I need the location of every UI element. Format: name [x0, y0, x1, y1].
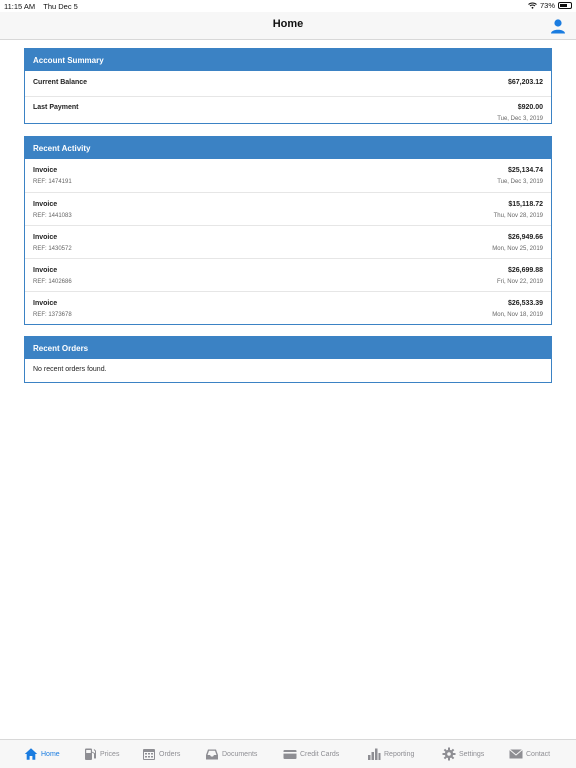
recent-activity-card: Recent Activity Invoice $25,134.74 REF: …: [24, 136, 552, 325]
battery-percent: 73%: [539, 1, 555, 10]
activity-amount: $26,699.88: [507, 267, 543, 274]
home-icon: [24, 748, 38, 760]
activity-row[interactable]: Invoice $15,118.72 REF: 1441083 Thu, Nov…: [25, 192, 551, 225]
bar-chart-icon: [368, 748, 381, 760]
activity-date: Thu, Nov 28, 2019: [493, 213, 543, 219]
tab-reporting[interactable]: Reporting: [367, 747, 414, 761]
tab-orders-label: Orders: [159, 750, 181, 758]
recent-orders-header: Recent Orders: [25, 337, 551, 359]
tab-documents-label: Documents: [222, 750, 258, 758]
inbox-icon: [206, 749, 218, 760]
tab-settings[interactable]: Settings: [442, 747, 484, 761]
tab-home[interactable]: Home: [24, 747, 60, 761]
tab-home-label: Home: [41, 750, 60, 758]
tab-settings-label: Settings: [459, 750, 485, 758]
tab-credit-cards-label: Credit Cards: [300, 750, 340, 758]
envelope-icon: [509, 749, 523, 759]
status-bar: 11:15 AM Thu Dec 5 73%: [0, 0, 576, 12]
tab-bar: Home Prices Orders Documents Credit Card…: [0, 739, 576, 768]
last-payment-label: Last Payment: [33, 104, 79, 111]
activity-ref: REF: 1474191: [33, 179, 72, 185]
activity-type: Invoice: [33, 234, 58, 241]
recent-orders-card: Recent Orders No recent orders found.: [24, 336, 552, 383]
navigation-bar: Home: [0, 12, 576, 40]
account-summary-header: Account Summary: [25, 49, 551, 71]
recent-activity-header: Recent Activity: [25, 137, 551, 159]
activity-ref: REF: 1430572: [33, 246, 72, 252]
activity-date: Mon, Nov 18, 2019: [492, 312, 543, 318]
activity-amount: $26,533.39: [507, 300, 543, 307]
battery-level: [560, 4, 568, 7]
account-summary-card: Account Summary Current Balance $67,203.…: [24, 48, 552, 124]
tab-reporting-label: Reporting: [384, 750, 415, 758]
activity-row[interactable]: Invoice $26,533.39 REF: 1373678 Mon, Nov…: [25, 291, 551, 324]
tab-prices[interactable]: Prices: [83, 747, 119, 761]
wifi-icon: [528, 2, 537, 9]
user-profile-icon[interactable]: [550, 18, 566, 34]
activity-row[interactable]: Invoice $26,699.88 REF: 1402686 Fri, Nov…: [25, 258, 551, 291]
no-orders-message: No recent orders found.: [33, 366, 107, 373]
status-date: Thu Dec 5: [43, 2, 78, 11]
activity-ref: REF: 1373678: [33, 312, 72, 318]
tab-orders[interactable]: Orders: [142, 747, 180, 761]
activity-amount: $26,949.66: [507, 234, 543, 241]
page-title: Home: [272, 18, 304, 30]
activity-type: Invoice: [33, 201, 58, 208]
last-payment-row[interactable]: Last Payment $920.00 Tue, Dec 3, 2019: [25, 96, 551, 123]
activity-amount: $25,134.74: [507, 167, 543, 174]
gear-icon: [442, 747, 456, 761]
current-balance-row[interactable]: Current Balance $67,203.12: [25, 71, 551, 96]
battery-icon: [558, 2, 572, 9]
current-balance-amount: $67,203.12: [507, 79, 543, 86]
fuel-pump-icon: [85, 748, 96, 760]
tab-documents[interactable]: Documents: [205, 747, 257, 761]
last-payment-amount: $920.00: [517, 104, 543, 111]
calendar-icon: [143, 749, 155, 760]
activity-date: Mon, Nov 25, 2019: [492, 246, 543, 252]
activity-row[interactable]: Invoice $26,949.66 REF: 1430572 Mon, Nov…: [25, 225, 551, 258]
status-time: 11:15 AM: [4, 2, 36, 11]
activity-row[interactable]: Invoice $25,134.74 REF: 1474191 Tue, Dec…: [25, 159, 551, 192]
activity-amount: $15,118.72: [508, 201, 543, 208]
tab-prices-label: Prices: [100, 750, 120, 758]
tab-contact-label: Contact: [526, 750, 551, 758]
activity-type: Invoice: [33, 167, 58, 174]
activity-ref: REF: 1441083: [33, 213, 72, 219]
activity-date: Fri, Nov 22, 2019: [496, 279, 543, 285]
tab-credit-cards[interactable]: Credit Cards: [283, 747, 339, 761]
last-payment-date: Tue, Dec 3, 2019: [497, 116, 543, 122]
activity-ref: REF: 1402686: [33, 279, 72, 285]
activity-type: Invoice: [33, 300, 58, 307]
current-balance-label: Current Balance: [33, 79, 88, 86]
activity-date: Tue, Dec 3, 2019: [497, 179, 543, 185]
tab-contact[interactable]: Contact: [509, 747, 550, 761]
credit-card-icon: [283, 750, 297, 759]
activity-type: Invoice: [33, 267, 58, 274]
